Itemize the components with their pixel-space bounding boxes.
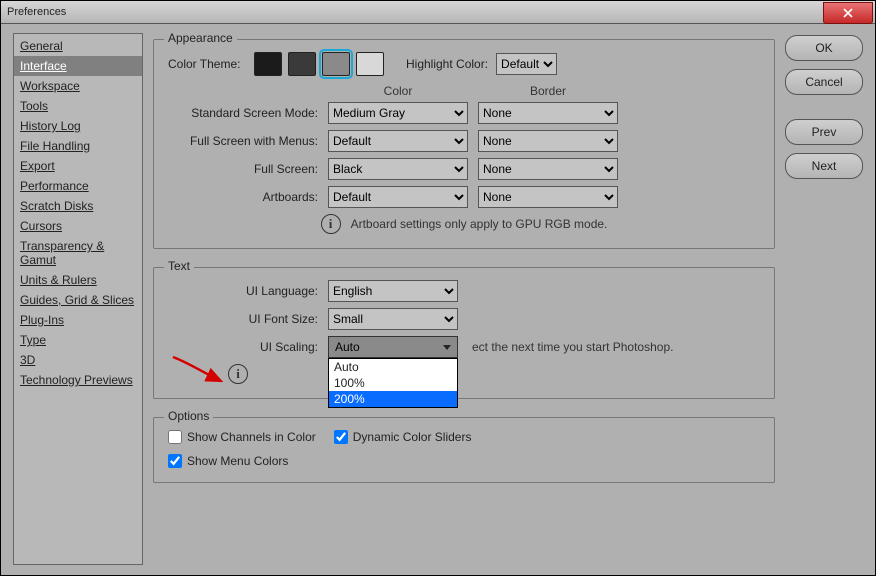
color-theme-swatch-1[interactable]	[288, 52, 316, 76]
next-button[interactable]: Next	[785, 153, 863, 179]
mode-label: Artboards:	[168, 190, 318, 204]
ui-scaling-value: Auto	[335, 340, 360, 354]
sidebar-item-workspace[interactable]: Workspace	[14, 76, 142, 96]
appearance-group: Appearance Color Theme: Highlight Color:…	[153, 39, 775, 249]
appearance-legend: Appearance	[164, 31, 237, 45]
text-row-label: UI Font Size:	[168, 312, 318, 326]
text-row-select[interactable]: English	[328, 280, 458, 302]
mode-row: Standard Screen Mode: Medium Gray None	[168, 102, 760, 124]
mode-row: Full Screen: Black None	[168, 158, 760, 180]
dialog-buttons: OK Cancel Prev Next	[785, 33, 863, 565]
ui-scaling-dropdown: Auto100%200%	[328, 358, 458, 408]
sidebar-item-plug-ins[interactable]: Plug-Ins	[14, 310, 142, 330]
checkbox-label: Show Menu Colors	[187, 454, 288, 468]
sidebar-item-technology-previews[interactable]: Technology Previews	[14, 370, 142, 390]
ok-button[interactable]: OK	[785, 35, 863, 61]
sidebar-item-tools[interactable]: Tools	[14, 96, 142, 116]
mode-border-select[interactable]: None	[478, 102, 618, 124]
ui-scaling-label: UI Scaling:	[168, 340, 318, 354]
artboard-note: Artboard settings only apply to GPU RGB …	[351, 217, 608, 231]
sidebar-item-interface[interactable]: Interface	[14, 56, 142, 76]
column-color-header: Color	[328, 84, 468, 98]
mode-label: Full Screen with Menus:	[168, 134, 318, 148]
info-icon: i	[321, 214, 341, 234]
mode-row: Full Screen with Menus: Default None	[168, 130, 760, 152]
checkbox[interactable]	[168, 430, 182, 444]
sidebar-item-3d[interactable]: 3D	[14, 350, 142, 370]
sidebar-item-history-log[interactable]: History Log	[14, 116, 142, 136]
mode-label: Full Screen:	[168, 162, 318, 176]
restart-note: ect the next time you start Photoshop.	[472, 340, 673, 354]
category-sidebar: GeneralInterfaceWorkspaceToolsHistory Lo…	[13, 33, 143, 565]
ui-scaling-option[interactable]: Auto	[329, 359, 457, 375]
text-legend: Text	[164, 259, 194, 273]
window-title: Preferences	[7, 6, 66, 18]
settings-panel: Appearance Color Theme: Highlight Color:…	[153, 33, 775, 565]
mode-color-select[interactable]: Default	[328, 130, 468, 152]
checkbox-label: Show Channels in Color	[187, 430, 316, 444]
close-button[interactable]	[823, 2, 873, 24]
option-dynamic-color-sliders[interactable]: Dynamic Color Sliders	[334, 430, 472, 444]
mode-label: Standard Screen Mode:	[168, 106, 318, 120]
color-theme-swatch-0[interactable]	[254, 52, 282, 76]
ui-scaling-option[interactable]: 200%	[329, 391, 457, 407]
text-row-select[interactable]: Small	[328, 308, 458, 330]
option-show-menu-colors[interactable]: Show Menu Colors	[168, 454, 288, 468]
mode-border-select[interactable]: None	[478, 130, 618, 152]
checkbox[interactable]	[168, 454, 182, 468]
dialog-body: GeneralInterfaceWorkspaceToolsHistory Lo…	[1, 23, 875, 575]
mode-row: Artboards: Default None	[168, 186, 760, 208]
column-border-header: Border	[478, 84, 618, 98]
mode-color-select[interactable]: Medium Gray	[328, 102, 468, 124]
prev-button[interactable]: Prev	[785, 119, 863, 145]
cancel-button[interactable]: Cancel	[785, 69, 863, 95]
checkbox[interactable]	[334, 430, 348, 444]
mode-border-select[interactable]: None	[478, 186, 618, 208]
highlight-color-label: Highlight Color:	[406, 57, 488, 71]
sidebar-item-units-rulers[interactable]: Units & Rulers	[14, 270, 142, 290]
text-row: UI Language: English	[168, 280, 760, 302]
title-bar: Preferences	[1, 1, 875, 24]
highlight-color-select[interactable]: Default	[496, 53, 557, 75]
color-theme-swatch-2[interactable]	[322, 52, 350, 76]
color-theme-swatch-3[interactable]	[356, 52, 384, 76]
options-legend: Options	[164, 409, 213, 423]
ui-scaling-option[interactable]: 100%	[329, 375, 457, 391]
sidebar-item-scratch-disks[interactable]: Scratch Disks	[14, 196, 142, 216]
sidebar-item-transparency-gamut[interactable]: Transparency & Gamut	[14, 236, 142, 270]
mode-color-select[interactable]: Default	[328, 186, 468, 208]
close-icon	[843, 8, 853, 18]
sidebar-item-type[interactable]: Type	[14, 330, 142, 350]
text-row-label: UI Language:	[168, 284, 318, 298]
sidebar-item-performance[interactable]: Performance	[14, 176, 142, 196]
mode-color-select[interactable]: Black	[328, 158, 468, 180]
options-group: Options Show Channels in ColorDynamic Co…	[153, 417, 775, 483]
sidebar-item-guides-grid-slices[interactable]: Guides, Grid & Slices	[14, 290, 142, 310]
sidebar-item-cursors[interactable]: Cursors	[14, 216, 142, 236]
mode-border-select[interactable]: None	[478, 158, 618, 180]
text-row: UI Font Size: Small	[168, 308, 760, 330]
option-show-channels-in-color[interactable]: Show Channels in Color	[168, 430, 316, 444]
checkbox-label: Dynamic Color Sliders	[353, 430, 472, 444]
sidebar-item-export[interactable]: Export	[14, 156, 142, 176]
sidebar-item-general[interactable]: General	[14, 36, 142, 56]
ui-scaling-select[interactable]: Auto	[328, 336, 458, 358]
info-icon: i	[228, 364, 248, 384]
color-theme-label: Color Theme:	[168, 57, 246, 71]
chevron-down-icon	[443, 345, 451, 350]
color-theme-swatches	[254, 52, 384, 76]
sidebar-item-file-handling[interactable]: File Handling	[14, 136, 142, 156]
text-group: Text UI Language:EnglishUI Font Size:Sma…	[153, 267, 775, 399]
